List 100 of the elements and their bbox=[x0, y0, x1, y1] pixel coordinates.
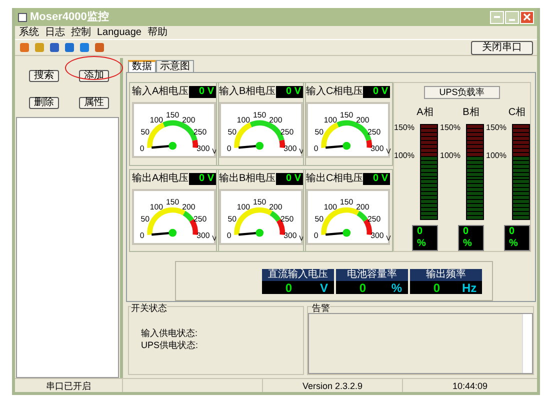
status-label: UPS供电状态: bbox=[141, 341, 200, 350]
gauge-tick-label: 300 bbox=[284, 230, 297, 240]
gauge-tick-label: 250 bbox=[280, 128, 294, 137]
gauge-tick-label: 250 bbox=[194, 214, 207, 224]
toolbar-icon[interactable] bbox=[64, 42, 75, 53]
gauge-tick-label: 100 bbox=[236, 115, 250, 124]
gauge-needle bbox=[326, 142, 351, 150]
toolbar-icon[interactable] bbox=[34, 42, 45, 53]
window-title: Moser4000监控 bbox=[30, 10, 110, 25]
readout-value: 0 bbox=[433, 282, 440, 294]
gauge-tick-label: 250 bbox=[368, 214, 381, 224]
tab[interactable]: 示意图 bbox=[156, 60, 194, 72]
menu-item[interactable]: Language bbox=[97, 28, 142, 38]
gauge-tick-label: 0 bbox=[314, 144, 318, 154]
menu-item[interactable]: 系统 bbox=[19, 28, 39, 38]
scrollbar[interactable] bbox=[522, 314, 532, 373]
gauge-tick-label: 150 bbox=[253, 197, 266, 206]
gauge-reading: 0 V bbox=[276, 172, 303, 184]
gauge-tick-label: 300 bbox=[284, 144, 297, 154]
load-reading: 0 % bbox=[504, 225, 530, 251]
gauge-needle bbox=[238, 142, 264, 150]
device-list[interactable] bbox=[16, 117, 119, 378]
gauge-needle bbox=[238, 228, 264, 236]
gauge-tick-label: 50 bbox=[140, 214, 150, 224]
gauge-tick-label: 150 bbox=[166, 197, 180, 206]
scale-label: 100% bbox=[440, 152, 460, 160]
readout-value: 0 bbox=[285, 282, 292, 294]
side-button[interactable]: 添加 bbox=[79, 70, 109, 82]
gauge-needle bbox=[326, 228, 351, 236]
close-button[interactable] bbox=[520, 10, 534, 24]
scale-label: 150% bbox=[486, 124, 508, 132]
phase-label: B相 bbox=[462, 106, 480, 120]
gauge-tick-label: 50 bbox=[140, 128, 150, 137]
phase-label: C相 bbox=[508, 106, 526, 120]
restore-button[interactable] bbox=[490, 10, 504, 24]
menu-item[interactable]: 日志 bbox=[45, 28, 65, 38]
menu-item[interactable]: 控制 bbox=[71, 28, 91, 38]
close-icon bbox=[523, 13, 531, 21]
gauge-tick-label: 50 bbox=[314, 214, 324, 224]
menu-item[interactable]: 帮助 bbox=[148, 28, 168, 38]
load-reading: 0 % bbox=[412, 225, 438, 251]
version-text: Version 2.3.2.9 bbox=[263, 379, 403, 392]
gauge-tick-label: 100 bbox=[236, 202, 250, 211]
gauge-tick-label: 200 bbox=[356, 202, 370, 211]
gauge-reading: 0 V bbox=[188, 172, 216, 184]
gauge-label: 输入C相电压 bbox=[306, 87, 364, 97]
gauge-label: 输出B相电压 bbox=[219, 174, 276, 184]
readout-unit: % bbox=[390, 282, 402, 294]
gauge-tick-label: 300 bbox=[196, 144, 210, 154]
gauge-tick-label: 200 bbox=[269, 115, 282, 124]
load-reading: 0 % bbox=[458, 225, 484, 251]
toolbar-icon[interactable] bbox=[19, 42, 30, 53]
gauge-tick-label: 0 bbox=[140, 144, 144, 154]
readout-unit: Hz bbox=[462, 282, 476, 294]
gauge-label: 输出C相电压 bbox=[306, 174, 364, 184]
side-button[interactable]: 搜索 bbox=[29, 70, 59, 82]
group-title: 开关状态 bbox=[131, 304, 167, 313]
gauge-tick-label: 200 bbox=[356, 115, 370, 124]
scale-label: 150% bbox=[440, 124, 462, 132]
gauge-tick-label: 100 bbox=[150, 202, 164, 211]
readout-unit: V bbox=[318, 282, 328, 294]
readout-value: 0 bbox=[359, 282, 366, 294]
toolbar-icon[interactable] bbox=[79, 42, 90, 53]
panel-title: UPS负载率 bbox=[424, 86, 500, 99]
readout-title: 电池容量率 bbox=[336, 269, 408, 281]
gauge-tick-label: 150 bbox=[340, 197, 354, 206]
toolbar-icon[interactable] bbox=[49, 42, 60, 53]
gauge-tick-label: 200 bbox=[182, 202, 196, 211]
gauge-label: 输入A相电压 bbox=[132, 87, 189, 97]
gauge-tick-label: 250 bbox=[194, 128, 207, 137]
gauge-tick-label: 0 bbox=[140, 230, 144, 240]
gauge-tick-label: 150 bbox=[166, 110, 180, 120]
status-label: 输入供电状态: bbox=[141, 329, 199, 338]
gauge-needle bbox=[152, 142, 177, 150]
gauge-label: 输入B相电压 bbox=[219, 87, 276, 97]
close-port-button[interactable]: 关闭串口 bbox=[471, 40, 533, 54]
gauge-reading: 0 V bbox=[188, 86, 216, 98]
gauge-reading: 0 V bbox=[363, 86, 390, 98]
gauge-tick-label: 50 bbox=[314, 128, 324, 137]
readout-title: 直流输入电压 bbox=[262, 269, 334, 281]
gauge-label: 输出A相电压 bbox=[132, 174, 189, 184]
gauge-tick-label: 250 bbox=[280, 214, 294, 224]
gauge-tick-label: 300 bbox=[370, 230, 384, 240]
gauge-tick-label: 0 bbox=[226, 230, 232, 240]
side-button[interactable]: 删除 bbox=[29, 97, 59, 109]
gauge-tick-label: 0 bbox=[226, 144, 232, 154]
gauge-tick-label: 200 bbox=[269, 202, 282, 211]
group-title: 告警 bbox=[312, 304, 330, 313]
gauge-tick-label: 50 bbox=[228, 214, 237, 224]
port-status: 串口已开启 bbox=[15, 379, 123, 392]
clock-time: 10:44:09 bbox=[451, 380, 489, 392]
toolbar-icon[interactable] bbox=[94, 42, 105, 53]
minimize-button[interactable] bbox=[505, 10, 519, 24]
gauge-tick-label: 0 bbox=[314, 230, 318, 240]
gauge-tick-label: 250 bbox=[368, 128, 381, 137]
side-button[interactable]: 属性 bbox=[79, 97, 109, 109]
tab[interactable]: 数据 bbox=[128, 60, 156, 72]
gauge-tick-label: 100 bbox=[324, 202, 338, 211]
gauge-tick-label: 150 bbox=[340, 110, 354, 120]
app-icon bbox=[18, 12, 27, 22]
